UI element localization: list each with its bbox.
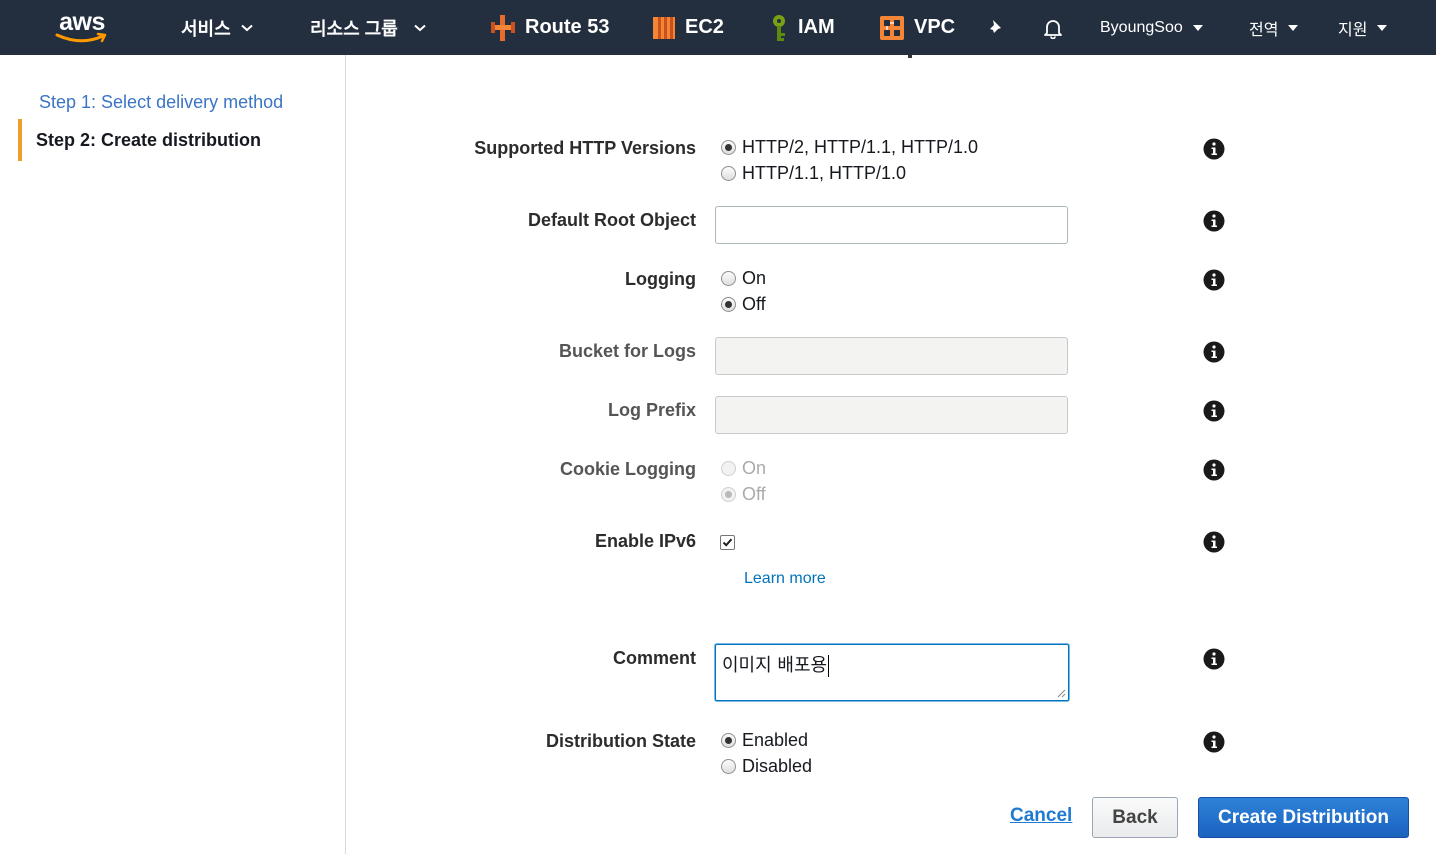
- create-distribution-button[interactable]: Create Distribution: [1198, 797, 1409, 838]
- shortcut-iam[interactable]: IAM: [768, 0, 835, 55]
- step-1-label: Step 1: Select delivery method: [39, 91, 284, 112]
- comment-label: Comment: [612, 648, 696, 668]
- radio-option-label: HTTP/2, HTTP/1.1, HTTP/1.0: [742, 137, 979, 157]
- radio-button[interactable]: [721, 166, 736, 181]
- info-icon[interactable]: [1203, 459, 1225, 481]
- active-step-indicator: [18, 119, 22, 161]
- default-root-object-label: Default Root Object: [527, 210, 696, 230]
- radio-option-label: Off: [742, 294, 766, 314]
- services-label: 서비스: [181, 18, 231, 39]
- comment-text: 이미지 배포용: [722, 655, 828, 676]
- aws-logo-text: aws: [59, 8, 105, 36]
- radio-option-label: HTTP/1.1, HTTP/1.0: [742, 163, 907, 183]
- shortcut-label: VPC: [914, 16, 956, 38]
- info-icon[interactable]: [1203, 269, 1225, 291]
- radio-option-label: Disabled: [742, 756, 813, 776]
- aws-smile-icon: [55, 32, 107, 43]
- notifications-button[interactable]: [1042, 0, 1064, 55]
- vpc-icon: [880, 15, 904, 40]
- iam-icon: [773, 14, 785, 41]
- back-button[interactable]: Back: [1092, 797, 1178, 838]
- radio-button: [721, 487, 736, 502]
- http-version-option-http2[interactable]: HTTP/2, HTTP/1.1, HTTP/1.0: [721, 137, 978, 158]
- user-name: ByoungSoo: [1100, 18, 1183, 36]
- cookie-logging-option-on: On: [721, 458, 766, 479]
- shortcut-vpc[interactable]: VPC: [878, 0, 955, 55]
- chevron-down-icon: [414, 24, 426, 31]
- region-label: 전역: [1249, 21, 1279, 39]
- info-icon[interactable]: [1203, 341, 1225, 363]
- step-2-current: Step 2: Create distribution: [0, 119, 261, 161]
- services-menu[interactable]: 서비스: [181, 0, 253, 55]
- radio-button: [721, 461, 736, 476]
- logging-label: Logging: [625, 269, 696, 289]
- support-label: 지원: [1338, 21, 1368, 39]
- radio-button[interactable]: [721, 733, 736, 748]
- shortcut-label: Route 53: [525, 16, 610, 38]
- resource-groups-menu[interactable]: 리소스 그룹: [310, 0, 426, 55]
- resource-groups-label: 리소스 그룹: [310, 18, 398, 39]
- caret-down-icon: [1288, 24, 1299, 31]
- region-menu[interactable]: 전역: [1249, 0, 1299, 55]
- cookie-logging-option-off: Off: [721, 484, 766, 505]
- radio-option-label: Enabled: [742, 730, 809, 750]
- shortcut-ec2[interactable]: EC2: [651, 0, 724, 55]
- info-icon[interactable]: [1203, 400, 1225, 422]
- support-menu[interactable]: 지원: [1338, 0, 1388, 55]
- step-2-label: Step 2: Create distribution: [36, 129, 262, 150]
- enable-ipv6-checkbox[interactable]: [720, 535, 735, 550]
- top-navigation-bar: aws 서비스 리소스 그룹 Route 53 EC2 IAM VPC Byou…: [0, 0, 1436, 55]
- logging-option-on[interactable]: On: [721, 268, 766, 289]
- step-1-link[interactable]: Step 1: Select delivery method: [0, 81, 283, 123]
- info-icon[interactable]: [1203, 648, 1225, 670]
- distribution-state-option-disabled[interactable]: Disabled: [721, 756, 812, 777]
- shortcut-route53[interactable]: Route 53: [489, 0, 609, 55]
- distribution-state-label: Distribution State: [545, 731, 696, 751]
- radio-button[interactable]: [721, 140, 736, 155]
- radio-button[interactable]: [721, 271, 736, 286]
- wizard-steps-sidebar: Step 1: Select delivery method Step 2: C…: [0, 55, 346, 854]
- shortcut-label: IAM: [798, 16, 835, 38]
- info-icon[interactable]: [1203, 210, 1225, 232]
- caret-down-icon: [1192, 24, 1203, 31]
- enable-ipv6-label: Enable IPv6: [594, 531, 696, 551]
- resize-handle-icon[interactable]: [1057, 689, 1066, 698]
- distribution-settings-form: Supported HTTP Versions HTTP/2, HTTP/1.1…: [347, 55, 1436, 854]
- text-cursor: [828, 655, 830, 677]
- comment-textarea[interactable]: 이미지 배포용: [715, 644, 1069, 701]
- radio-option-label: On: [742, 268, 767, 288]
- aws-logo[interactable]: aws: [52, 0, 112, 55]
- bell-icon: [1044, 19, 1062, 39]
- info-icon[interactable]: [1203, 731, 1225, 753]
- clipped-content-fragment: [908, 55, 912, 58]
- bucket-for-logs-label: Bucket for Logs: [558, 341, 696, 361]
- learn-more-link[interactable]: Learn more: [744, 570, 826, 588]
- ec2-icon: [653, 16, 675, 39]
- bucket-for-logs-input: [715, 337, 1068, 375]
- http-versions-label: Supported HTTP Versions: [474, 138, 696, 158]
- radio-button[interactable]: [721, 759, 736, 774]
- distribution-state-option-enabled[interactable]: Enabled: [721, 730, 808, 751]
- logging-option-off[interactable]: Off: [721, 294, 766, 315]
- shortcut-label: EC2: [685, 16, 724, 38]
- log-prefix-label: Log Prefix: [607, 400, 696, 420]
- info-icon[interactable]: [1203, 138, 1225, 160]
- log-prefix-input: [715, 396, 1068, 434]
- user-menu[interactable]: ByoungSoo: [1100, 0, 1203, 55]
- radio-option-label: Off: [742, 484, 766, 504]
- cancel-button[interactable]: Cancel: [1010, 805, 1072, 827]
- radio-button[interactable]: [721, 297, 736, 312]
- cookie-logging-label: Cookie Logging: [560, 459, 696, 479]
- chevron-down-icon: [241, 24, 253, 31]
- route53-icon: [491, 14, 515, 41]
- default-root-object-input[interactable]: [715, 206, 1068, 244]
- http-version-option-http11[interactable]: HTTP/1.1, HTTP/1.0: [721, 163, 906, 184]
- caret-down-icon: [1377, 24, 1388, 31]
- checkmark-icon: [722, 538, 733, 547]
- pin-icon: [988, 19, 1001, 35]
- radio-option-label: On: [742, 458, 767, 478]
- pin-button[interactable]: [985, 0, 1005, 55]
- info-icon[interactable]: [1203, 531, 1225, 553]
